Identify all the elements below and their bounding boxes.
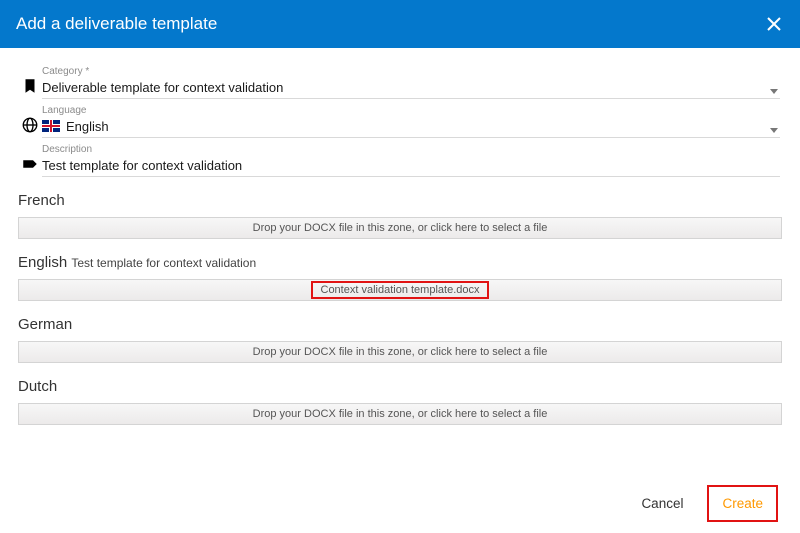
dialog-title: Add a deliverable template	[16, 14, 217, 34]
section-title-dutch: Dutch	[18, 377, 782, 397]
dropzone-dutch[interactable]: Drop your DOCX file in this zone, or cli…	[18, 403, 782, 425]
description-field-row: Description Test template for context va…	[18, 144, 780, 177]
flag-uk-icon	[42, 120, 60, 132]
dropzone-text: Drop your DOCX file in this zone, or cli…	[253, 408, 548, 420]
dropzone-french[interactable]: Drop your DOCX file in this zone, or cli…	[18, 217, 782, 239]
dialog-body: Category * Deliverable template for cont…	[0, 48, 800, 479]
section-german: German Drop your DOCX file in this zone,…	[18, 315, 782, 363]
uploaded-file-english: Context validation template.docx	[311, 281, 490, 299]
language-field-row: Language English	[18, 105, 780, 138]
bookmark-icon	[18, 77, 42, 99]
create-button[interactable]: Create	[712, 490, 773, 517]
close-icon[interactable]	[764, 14, 784, 34]
category-field-row: Category * Deliverable template for cont…	[18, 66, 780, 99]
dropzone-english[interactable]: Context validation template.docx	[18, 279, 782, 301]
cancel-button[interactable]: Cancel	[635, 488, 689, 519]
description-value: Test template for context validation	[42, 156, 780, 174]
language-select[interactable]: Language English	[42, 105, 780, 138]
language-label: Language	[42, 105, 780, 116]
chevron-down-icon	[770, 128, 778, 133]
dialog: Add a deliverable template Category * De…	[0, 0, 800, 533]
dropzone-german[interactable]: Drop your DOCX file in this zone, or cli…	[18, 341, 782, 363]
section-subtitle-english: Test template for context validation	[71, 256, 256, 270]
category-value: Deliverable template for context validat…	[42, 78, 780, 96]
section-title-german: German	[18, 315, 782, 335]
language-value: English	[66, 119, 109, 134]
dialog-header: Add a deliverable template	[0, 0, 800, 48]
category-select[interactable]: Category * Deliverable template for cont…	[42, 66, 780, 99]
category-label: Category *	[42, 66, 780, 77]
description-label: Description	[42, 144, 780, 155]
dropzone-text: Drop your DOCX file in this zone, or cli…	[253, 222, 548, 234]
description-input[interactable]: Description Test template for context va…	[42, 144, 780, 177]
section-french: French Drop your DOCX file in this zone,…	[18, 191, 782, 239]
dropzone-text: Drop your DOCX file in this zone, or cli…	[253, 346, 548, 358]
create-button-highlight: Create	[707, 485, 778, 522]
tag-icon	[18, 155, 42, 177]
section-title-english: English Test template for context valida…	[18, 253, 782, 273]
globe-icon	[18, 116, 42, 138]
section-english: English Test template for context valida…	[18, 253, 782, 301]
section-dutch: Dutch Drop your DOCX file in this zone, …	[18, 377, 782, 425]
dialog-footer: Cancel Create	[0, 479, 800, 533]
section-title-french: French	[18, 191, 782, 211]
chevron-down-icon	[770, 89, 778, 94]
